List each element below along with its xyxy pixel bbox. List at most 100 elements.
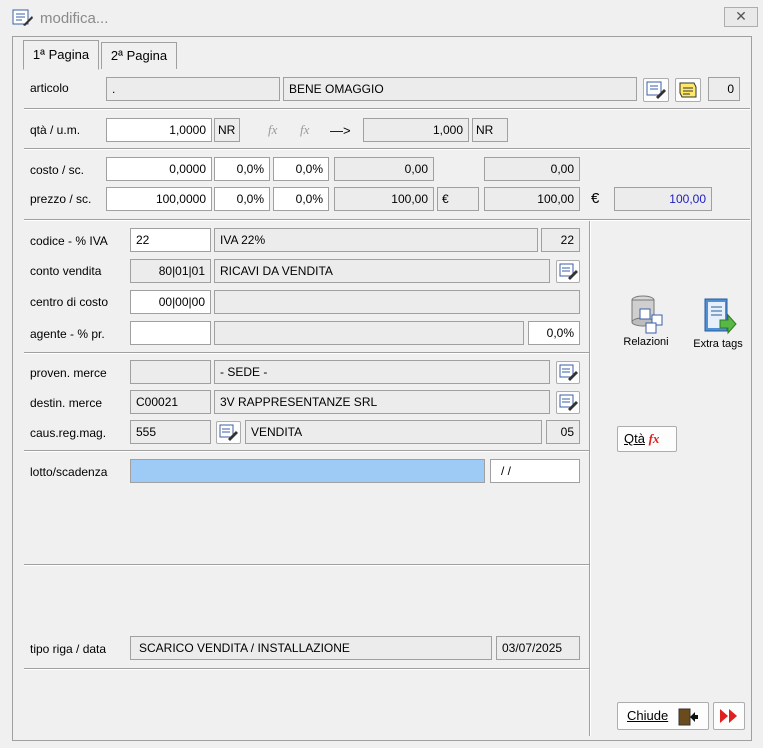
notes-icon — [679, 82, 697, 98]
prezzo-currency-field: € — [437, 187, 479, 211]
qta-um2-field: NR — [472, 118, 508, 142]
tab-label: 2ª Pagina — [110, 48, 168, 63]
agente-label: agente - % pr. — [30, 327, 105, 341]
caus-reg-mag-lookup-button[interactable] — [216, 421, 241, 444]
centro-costo-description-field — [214, 290, 580, 314]
divider — [24, 148, 750, 150]
qta-label: qtà / u.m. — [30, 123, 81, 137]
caus-reg-mag-code-field[interactable]: 555 — [130, 420, 211, 444]
next-record-button[interactable] — [713, 702, 745, 730]
proven-merce-lookup-button[interactable] — [556, 361, 580, 384]
conto-vendita-code-field[interactable]: 80|01|01 — [130, 259, 211, 283]
caus-reg-mag-description-field: VENDITA — [245, 420, 542, 444]
relations-database-icon — [631, 295, 663, 334]
qta-um-field[interactable]: NR — [214, 118, 240, 142]
articolo-edit-button[interactable] — [643, 78, 669, 102]
conto-vendita-label: conto vendita — [30, 264, 102, 278]
proven-merce-description-field: - SEDE - — [214, 360, 550, 384]
edit-icon — [559, 394, 578, 411]
centro-costo-input[interactable]: 00|00|00 — [130, 290, 211, 314]
close-window-button[interactable]: ✕ — [724, 7, 758, 27]
extra-tags-button[interactable]: Extra tags — [688, 296, 748, 350]
prezzo-total-field: 100,00 — [484, 187, 580, 211]
prezzo-sc2-input[interactable]: 0,0% — [273, 187, 329, 211]
proven-merce-code-field[interactable] — [130, 360, 211, 384]
caus-reg-mag-num-field: 05 — [546, 420, 580, 444]
prezzo-net-field: 100,00 — [334, 187, 434, 211]
destin-merce-lookup-button[interactable] — [556, 391, 580, 414]
destin-merce-code-field[interactable]: C00021 — [130, 390, 211, 414]
app-edit-icon — [12, 9, 33, 26]
articolo-description-field[interactable]: BENE OMAGGIO — [283, 77, 637, 101]
conto-vendita-lookup-button[interactable] — [556, 260, 580, 283]
destin-merce-description-field: 3V RAPPRESENTANZE SRL — [214, 390, 550, 414]
chiude-button[interactable]: Chiude — [617, 702, 709, 730]
qta-value-input[interactable]: 1,0000 — [106, 118, 212, 142]
costo-net-field: 0,00 — [334, 157, 434, 181]
costo-total-field: 0,00 — [484, 157, 580, 181]
lotto-input[interactable] — [130, 459, 485, 483]
costo-label: costo / sc. — [30, 163, 85, 177]
divider — [24, 352, 589, 354]
divider — [24, 564, 589, 566]
close-icon: ✕ — [735, 8, 747, 24]
divider — [24, 668, 589, 670]
tab-pagina-2[interactable]: 2ª Pagina — [101, 42, 177, 69]
tipo-riga-date-field: 03/07/2025 — [496, 636, 580, 660]
edit-icon — [646, 81, 666, 99]
conversion-arrow: —> — [330, 123, 351, 138]
tab-label: 1ª Pagina — [32, 47, 90, 62]
scadenza-date-input[interactable]: / / — [490, 459, 580, 483]
currency-symbol: € — [591, 190, 600, 207]
codice-iva-input[interactable]: 22 — [130, 228, 211, 252]
tipo-riga-field: SCARICO VENDITA / INSTALLAZIONE — [130, 636, 492, 660]
edit-icon — [559, 364, 578, 381]
articolo-label: articolo — [30, 81, 69, 95]
side-divider — [589, 221, 591, 736]
window-title: modifica... — [40, 10, 109, 27]
codice-iva-percent-field: 22 — [541, 228, 580, 252]
qta-formula-button[interactable]: Qtà fx — [617, 426, 677, 452]
formula-icon: fx — [648, 431, 660, 446]
proven-merce-label: proven. merce — [30, 366, 107, 380]
fast-forward-icon — [720, 709, 737, 723]
relazioni-label: Relazioni — [623, 336, 669, 348]
divider — [24, 450, 589, 452]
destin-merce-label: destin. merce — [30, 396, 103, 410]
caus-reg-mag-label: caus.reg.mag. — [30, 426, 107, 440]
tab-pagina-1[interactable]: 1ª Pagina — [23, 40, 99, 70]
prezzo-label: prezzo / sc. — [30, 192, 92, 206]
costo-sc1-input[interactable]: 0,0% — [214, 157, 270, 181]
title-bar — [0, 0, 763, 36]
costo-sc2-input[interactable]: 0,0% — [273, 157, 329, 181]
extra-tags-label: Extra tags — [693, 338, 743, 350]
qta-converted-field: 1,000 — [363, 118, 469, 142]
prezzo-sc1-input[interactable]: 0,0% — [214, 187, 270, 211]
costo-value-input[interactable]: 0,0000 — [106, 157, 212, 181]
codice-iva-description-field: IVA 22% — [214, 228, 538, 252]
agente-description-field — [214, 321, 524, 345]
centro-costo-label: centro di costo — [30, 295, 109, 309]
edit-icon — [219, 424, 238, 441]
prezzo-value-input[interactable]: 100,0000 — [106, 187, 212, 211]
divider — [24, 108, 750, 110]
articolo-notes-button[interactable] — [675, 78, 701, 102]
lotto-scadenza-label: lotto/scadenza — [30, 465, 108, 479]
chiude-label: Chiude — [627, 708, 669, 723]
agente-percent-input[interactable]: 0,0% — [528, 321, 580, 345]
edit-icon — [559, 263, 578, 280]
codice-iva-label: codice - % IVA — [30, 234, 108, 248]
qta-formula-icon-2[interactable]: fx — [300, 122, 309, 138]
conto-vendita-description-field: RICAVI DA VENDITA — [214, 259, 550, 283]
qta-button-label: Qtà — [624, 431, 645, 446]
qta-formula-icon-1[interactable]: fx — [268, 122, 277, 138]
relazioni-button[interactable]: Relazioni — [620, 293, 672, 348]
tipo-riga-label: tipo riga / data — [30, 642, 107, 656]
extra-tags-notebook-icon — [704, 298, 737, 335]
prezzo-final-field: 100,00 — [614, 187, 712, 211]
exit-door-icon — [678, 708, 698, 726]
articolo-count-field: 0 — [708, 77, 740, 101]
divider — [24, 219, 750, 221]
agente-input[interactable] — [130, 321, 211, 345]
articolo-code-field[interactable]: . — [106, 77, 280, 101]
